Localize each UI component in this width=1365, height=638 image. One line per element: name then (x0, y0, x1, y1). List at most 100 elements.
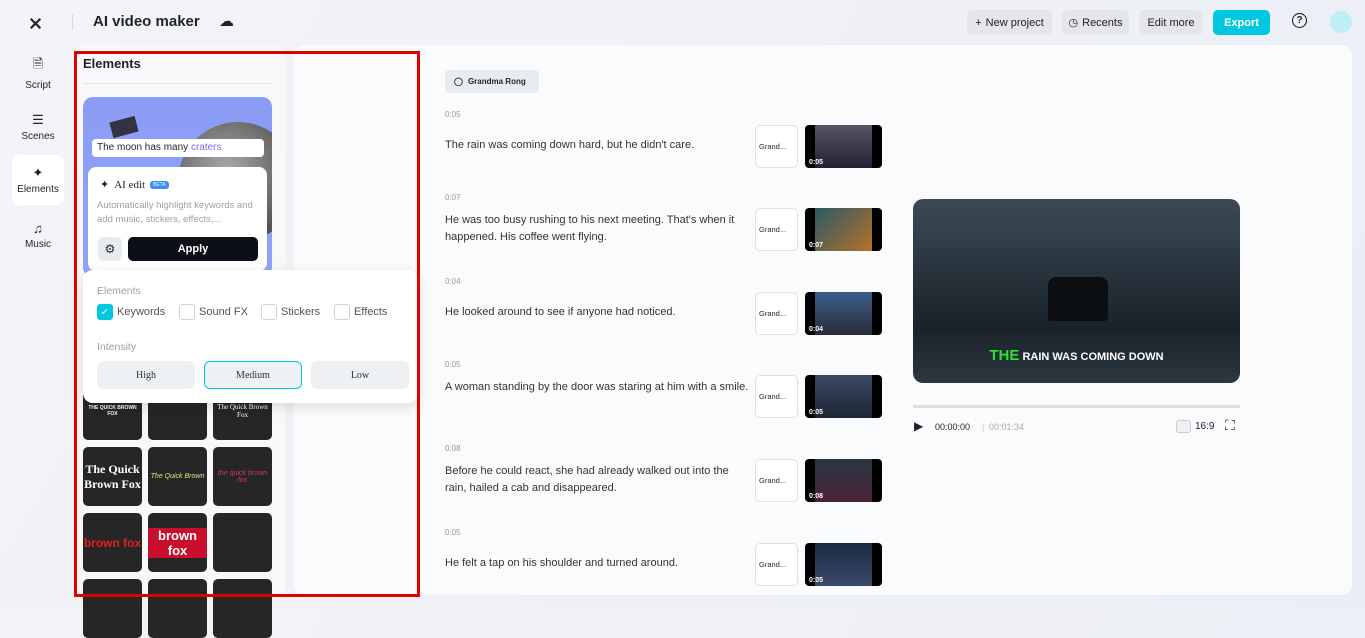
intensity-label: Intensity (97, 341, 137, 353)
intensity-medium[interactable]: Medium (204, 361, 302, 389)
scene-voice-button[interactable]: Grand... (755, 543, 798, 586)
checkbox-label: Stickers (281, 306, 321, 318)
checkbox-box (179, 304, 195, 320)
fullscreen-icon[interactable]: ⛶ (1225, 417, 1235, 434)
scene-thumbnail[interactable]: 0:05 (805, 375, 882, 418)
cloud-check-icon[interactable]: ☁ (219, 12, 234, 30)
nav-elements[interactable]: ✦ Elements (12, 155, 64, 205)
capcut-logo[interactable]: ⨯ (28, 13, 43, 34)
plus-icon: + (975, 16, 982, 29)
text-style-tile[interactable]: brown fox (148, 513, 207, 572)
tile-text: brown fox (83, 535, 142, 550)
app-title: AI video maker (93, 13, 200, 30)
edit-more-button[interactable]: Edit more (1139, 10, 1203, 35)
tile-text: The Quick Brown (150, 473, 205, 480)
avatar[interactable] (1330, 11, 1352, 33)
checkbox-keywords[interactable]: ✓ Keywords (97, 304, 165, 320)
checkbox-box (334, 304, 350, 320)
text-style-tile[interactable] (83, 579, 142, 638)
text-style-tile[interactable] (148, 579, 207, 638)
thumbnail-image (815, 375, 872, 418)
new-project-button[interactable]: + New project (967, 10, 1052, 35)
play-button[interactable]: ▶ (914, 419, 923, 433)
satellite-image (109, 115, 139, 139)
scene-time: 0:05 (445, 110, 461, 119)
nav-label: Music (24, 238, 52, 250)
scene-time: 0:07 (445, 193, 461, 202)
checkbox-label: Effects (354, 306, 388, 318)
caption-keyword: craters (190, 142, 222, 153)
scene-thumbnail[interactable]: 0:04 (805, 292, 882, 335)
apply-button[interactable]: Apply (128, 237, 258, 261)
scene-voice-button[interactable]: Grand... (755, 208, 798, 251)
thumbnail-duration: 0:05 (809, 159, 824, 166)
nav-music[interactable]: ♫ Music (12, 210, 64, 260)
intensity-low[interactable]: Low (311, 361, 409, 389)
voice-selector[interactable]: ◯ Grandma Rong (445, 70, 539, 93)
beta-badge: BETA (150, 180, 169, 189)
ai-edit-card: ✦ AI edit BETA Automatically highlight key… (88, 167, 267, 271)
scene-text[interactable]: He was too busy rushing to his next meet… (445, 212, 750, 246)
scene-thumbnail[interactable]: 0:05 (805, 125, 882, 168)
scene-text[interactable]: He felt a tap on his shoulder and turned… (445, 555, 750, 572)
help-icon[interactable]: ? (1292, 13, 1307, 28)
elements-label: Elements (97, 285, 141, 297)
recents-button[interactable]: ◷ Recents (1062, 10, 1129, 35)
scene-voice-button[interactable]: Grand... (755, 125, 798, 168)
scene-voice-button[interactable]: Grand... (755, 292, 798, 335)
checkbox-box (261, 304, 277, 320)
text-style-tile[interactable]: the quick brown fox (213, 447, 272, 506)
scene-text[interactable]: The rain was coming down hard, but he di… (445, 137, 750, 154)
music-icon: ♫ (33, 220, 43, 236)
text-style-tile[interactable]: The Quick Brown (148, 447, 207, 506)
sliders-icon: ⚙ (104, 242, 116, 256)
scene-thumbnail[interactable]: 0:07 (805, 208, 882, 251)
divider (83, 83, 272, 84)
scene-text[interactable]: He looked around to see if anyone had no… (445, 304, 750, 321)
intensity-high[interactable]: High (97, 361, 195, 389)
checkbox-label: Keywords (117, 306, 166, 318)
caption-text: RAIN WAS COMING DOWN (1019, 351, 1164, 363)
checkbox-effects[interactable]: Effects (334, 304, 387, 320)
nav-scenes[interactable]: ☰ Scenes (12, 102, 64, 152)
thumbnail-duration: 0:04 (809, 326, 824, 333)
tile-text: the quick brown fox (217, 469, 268, 484)
scene-thumbnail[interactable]: 0:05 (805, 543, 882, 586)
playback-progress-bar[interactable] (913, 405, 1240, 408)
tile-text: brown fox (148, 527, 207, 558)
scene-time: 0:04 (445, 277, 461, 286)
settings-sliders-button[interactable]: ⚙ (98, 237, 122, 261)
scene-voice-button[interactable]: Grand... (755, 459, 798, 502)
text-style-tile[interactable] (213, 579, 272, 638)
script-icon: 🗎 (32, 56, 44, 71)
export-button[interactable]: Export (1213, 10, 1270, 35)
checkbox-label: Sound FX (199, 306, 248, 318)
thumbnail-image (815, 125, 872, 168)
scene-time: 0:05 (445, 528, 461, 537)
scene-time: 0:05 (445, 360, 461, 369)
text-style-tile[interactable]: The Quick Brown Fox (83, 447, 142, 506)
scene-thumbnail[interactable]: 0:08 (805, 459, 882, 502)
nav-label: Script (25, 80, 51, 91)
aspect-ratio-icon[interactable] (1176, 420, 1191, 433)
thumbnail-image (815, 208, 872, 251)
video-preview[interactable]: THE RAIN WAS COMING DOWN (913, 199, 1240, 383)
scene-text[interactable]: Before he could react, she had already w… (445, 463, 750, 497)
checkbox-sound-fx[interactable]: Sound FX (179, 304, 248, 320)
thumbnail-image (815, 543, 872, 586)
panel-title: Elements (83, 56, 141, 71)
nav-script[interactable]: 🗎 Script (12, 48, 64, 98)
text-style-tile[interactable] (213, 513, 272, 572)
aspect-ratio-label[interactable]: 16:9 (1195, 421, 1214, 432)
scene-text[interactable]: A woman standing by the door was staring… (445, 379, 750, 396)
text-style-tile[interactable]: brown fox (83, 513, 142, 572)
hero-caption: The moon has many craters (92, 139, 264, 157)
scene-voice-button[interactable]: Grand... (755, 375, 798, 418)
nav-label: Scenes (21, 131, 55, 142)
tile-text: The Quick Brown Fox (84, 461, 141, 491)
checkbox-stickers[interactable]: Stickers (261, 304, 320, 320)
voice-icon: ◯ (454, 77, 463, 86)
nav-label: Elements (17, 184, 59, 195)
thumbnail-image (815, 459, 872, 502)
thumbnail-duration: 0:08 (809, 493, 824, 500)
